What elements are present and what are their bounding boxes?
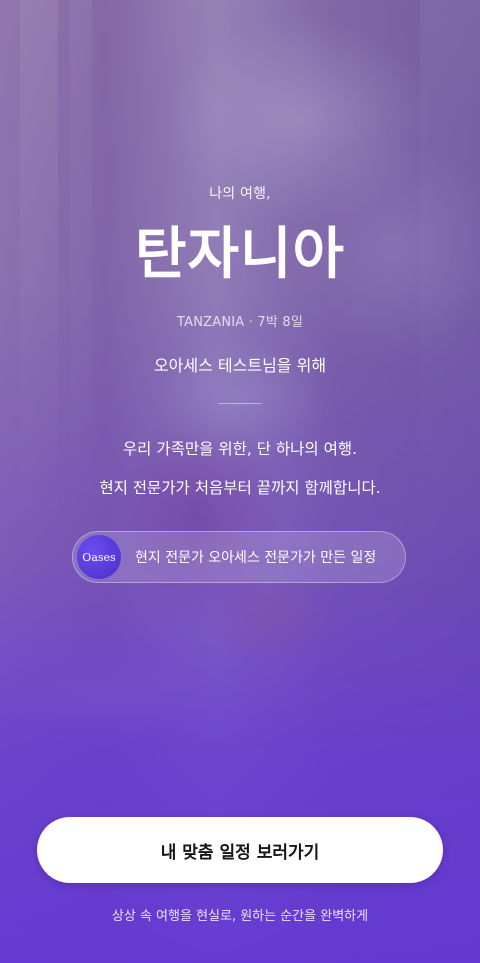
- destination-title: 탄자니아: [134, 222, 346, 287]
- hero-eyebrow: 나의 여행,: [209, 186, 271, 202]
- divider: [218, 403, 262, 404]
- expert-badge-text: 현지 전문가 오아세스 전문가가 만든 일정: [135, 550, 377, 566]
- destination-subtitle: TANZANIA · 7박 8일: [177, 315, 303, 330]
- oases-logo: Oases: [77, 535, 121, 579]
- description-line-2: 현지 전문가가 처음부터 끝까지 함께합니다.: [99, 479, 381, 497]
- view-itinerary-button[interactable]: 내 맞춤 일정 보러가기: [37, 817, 443, 883]
- trip-intro-screen: 나의 여행, 탄자니아 TANZANIA · 7박 8일 오아세스 테스트님을 …: [0, 0, 480, 963]
- hero-content: 나의 여행, 탄자니아 TANZANIA · 7박 8일 오아세스 테스트님을 …: [0, 0, 480, 963]
- expert-badge: Oases 현지 전문가 오아세스 전문가가 만든 일정: [72, 531, 406, 583]
- footer-tagline: 상상 속 여행을 현실로, 원하는 순간을 완벽하게: [111, 909, 369, 924]
- for-user-text: 오아세스 테스트님을 위해: [153, 356, 327, 375]
- description-line-1: 우리 가족만을 위한, 단 하나의 여행.: [122, 440, 358, 458]
